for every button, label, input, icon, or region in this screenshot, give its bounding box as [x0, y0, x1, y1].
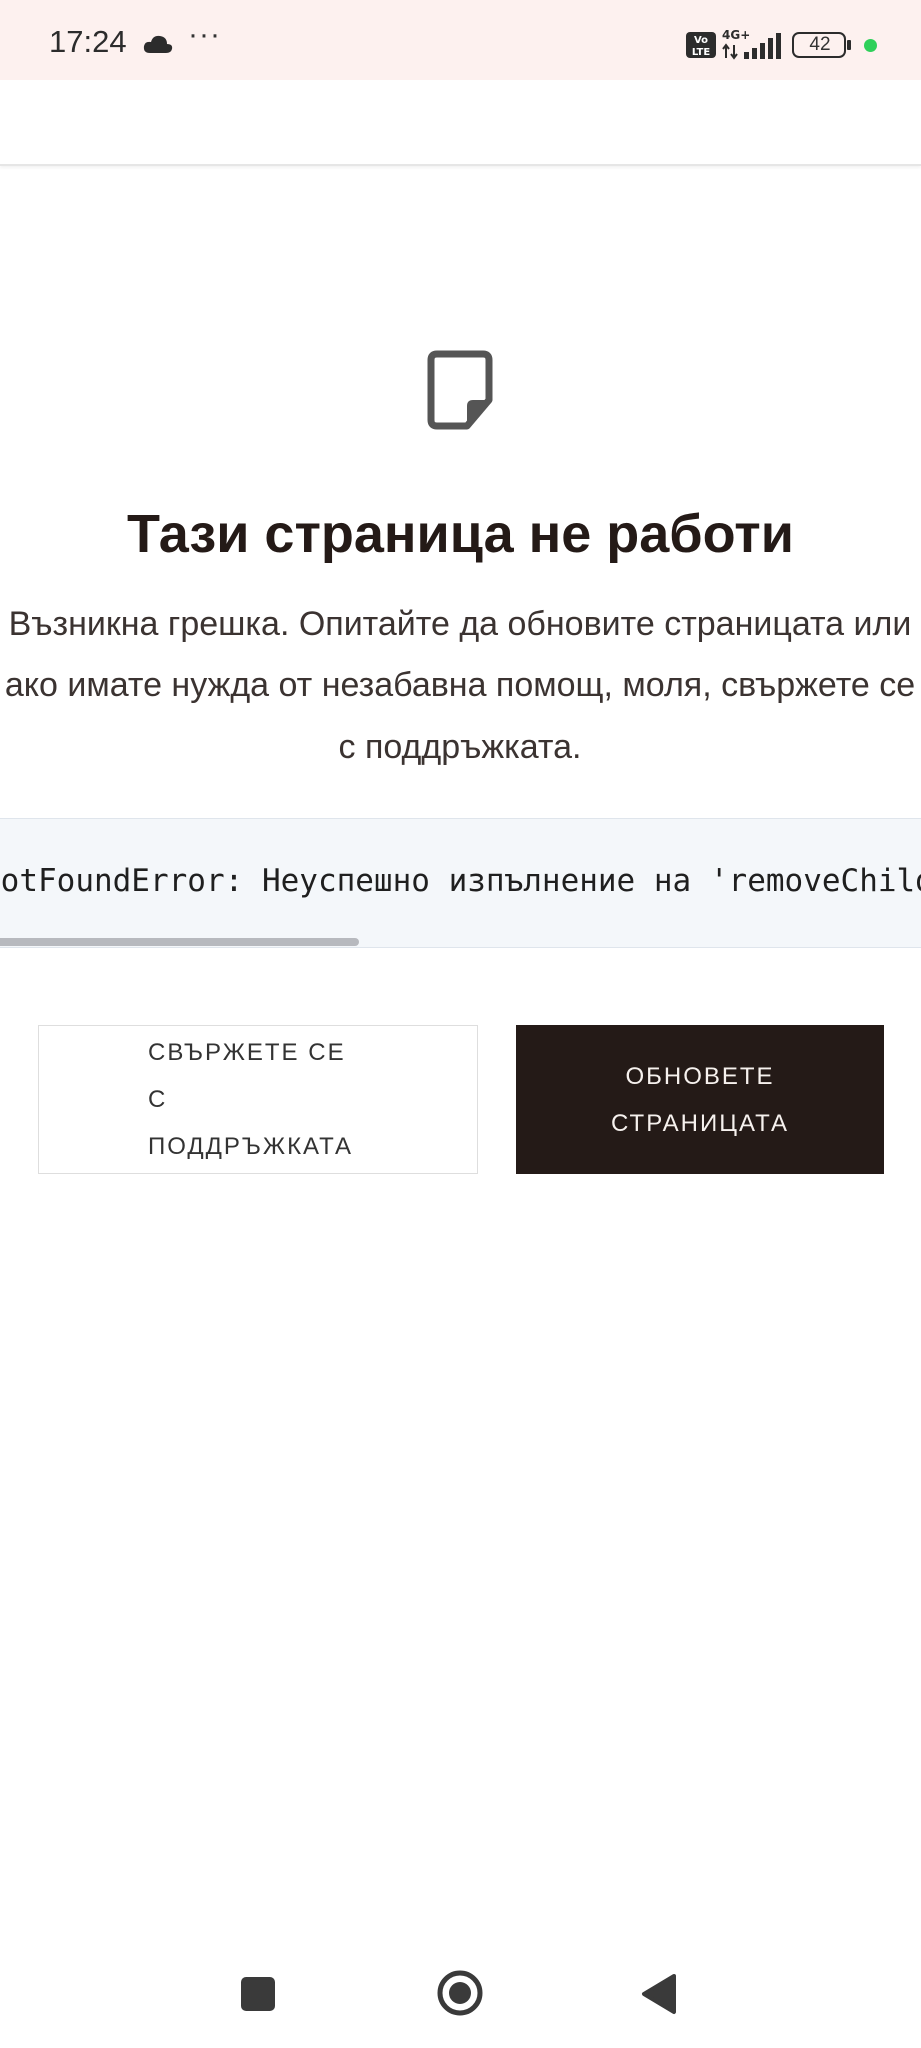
- more-notifications-icon: ···: [188, 18, 221, 51]
- description-line: Възникна грешка. Опитайте да обновите ст…: [8, 605, 912, 643]
- contact-support-label: СВЪРЖЕТЕ СЕ С ПОДДРЪЖКАТА: [148, 1039, 354, 1160]
- triangle-back-icon[interactable]: [641, 1973, 677, 2015]
- circle-home-icon[interactable]: [436, 1969, 484, 2017]
- error-title: Тази страница не работи: [127, 504, 794, 564]
- error-box-scrollbar[interactable]: [0, 938, 359, 946]
- error-message: NotFoundError: Неуспешно изпълнение на '…: [0, 863, 921, 899]
- status-time: 17:24: [49, 24, 127, 59]
- svg-text:LTE: LTE: [692, 47, 711, 58]
- status-bar: 17:24 ··· Vo LTE 4G+ 42: [0, 0, 921, 80]
- system-navigation-bar: [0, 1940, 921, 2048]
- error-description: Възникна грешка. Опитайте да обновите ст…: [0, 0, 921, 2048]
- refresh-page-button[interactable]: ОБНОВЕТЕ СТРАНИЦАТА: [516, 1025, 884, 1174]
- battery-level: 42: [809, 34, 831, 55]
- square-recents-icon[interactable]: [241, 1977, 275, 2011]
- volte-icon: Vo LTE: [686, 32, 716, 58]
- error-details-box[interactable]: NotFoundError: Неуспешно изпълнение на '…: [0, 818, 921, 948]
- top-app-bar: [0, 80, 921, 166]
- svg-text:Vo: Vo: [694, 35, 708, 46]
- description-line: ако имате нужда от незабавна помощ, моля…: [4, 666, 916, 704]
- refresh-page-label: ОБНОВЕТЕ СТРАНИЦАТА: [611, 1062, 789, 1137]
- document-page-icon: [427, 350, 493, 430]
- cellular-signal-icon: 4G+: [722, 28, 781, 60]
- contact-support-button[interactable]: СВЪРЖЕТЕ СЕ С ПОДДРЪЖКАТА: [38, 1025, 478, 1174]
- svg-text:4G+: 4G+: [722, 28, 750, 42]
- description-line: с поддръжката.: [338, 728, 582, 766]
- privacy-indicator-dot: [864, 39, 877, 52]
- cloud-icon: [143, 35, 173, 53]
